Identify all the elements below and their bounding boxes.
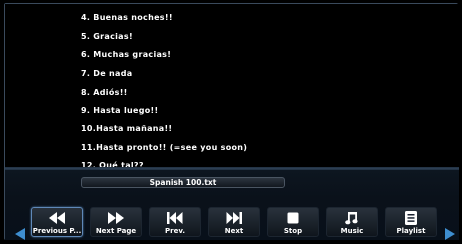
fast-forward-icon bbox=[91, 211, 141, 225]
text-line: 4. Buenas noches!! bbox=[81, 13, 173, 22]
file-name-bar: Spanish 100.txt bbox=[81, 177, 285, 188]
button-label: Stop bbox=[283, 227, 303, 235]
text-line: 10.Hasta mañana!! bbox=[81, 124, 173, 133]
skip-next-icon bbox=[209, 211, 259, 225]
text-line: 11.Hasta pronto!! (=see you soon) bbox=[81, 143, 248, 152]
skip-previous-icon bbox=[150, 211, 200, 225]
playlist-icon bbox=[386, 211, 436, 225]
control-panel: Spanish 100.txt Previous P... Next Page bbox=[5, 170, 459, 240]
music-button[interactable]: Music bbox=[326, 207, 378, 237]
playlist-button[interactable]: Playlist bbox=[385, 207, 437, 237]
button-label: Previous P... bbox=[32, 227, 82, 235]
text-line: 7. De nada bbox=[81, 69, 133, 78]
scroll-right-arrow-icon[interactable] bbox=[445, 228, 455, 240]
next-page-button[interactable]: Next Page bbox=[90, 207, 142, 237]
text-content-area: 4. Buenas noches!! 5. Gracias! 6. Muchas… bbox=[5, 4, 459, 170]
stop-button[interactable]: Stop bbox=[267, 207, 319, 237]
media-toolbar: Previous P... Next Page Prev. Next Stop … bbox=[31, 207, 441, 239]
text-line: 8. Adiós!! bbox=[81, 88, 128, 97]
button-label: Next Page bbox=[95, 227, 137, 235]
button-label: Next bbox=[224, 227, 244, 235]
rewind-icon bbox=[32, 211, 82, 225]
text-viewer-window: 4. Buenas noches!! 5. Gracias! 6. Muchas… bbox=[4, 3, 459, 240]
button-label: Playlist bbox=[396, 227, 426, 235]
button-label: Music bbox=[340, 227, 364, 235]
music-note-icon bbox=[327, 211, 377, 225]
text-line: 5. Gracias! bbox=[81, 32, 133, 41]
previous-page-button[interactable]: Previous P... bbox=[31, 207, 83, 237]
next-button[interactable]: Next bbox=[208, 207, 260, 237]
previous-button[interactable]: Prev. bbox=[149, 207, 201, 237]
text-line: 6. Muchas gracias! bbox=[81, 50, 172, 59]
stop-icon bbox=[268, 211, 318, 225]
scroll-left-arrow-icon[interactable] bbox=[15, 228, 25, 240]
button-label: Prev. bbox=[165, 227, 185, 235]
text-line: 9. Hasta luego!! bbox=[81, 106, 159, 115]
